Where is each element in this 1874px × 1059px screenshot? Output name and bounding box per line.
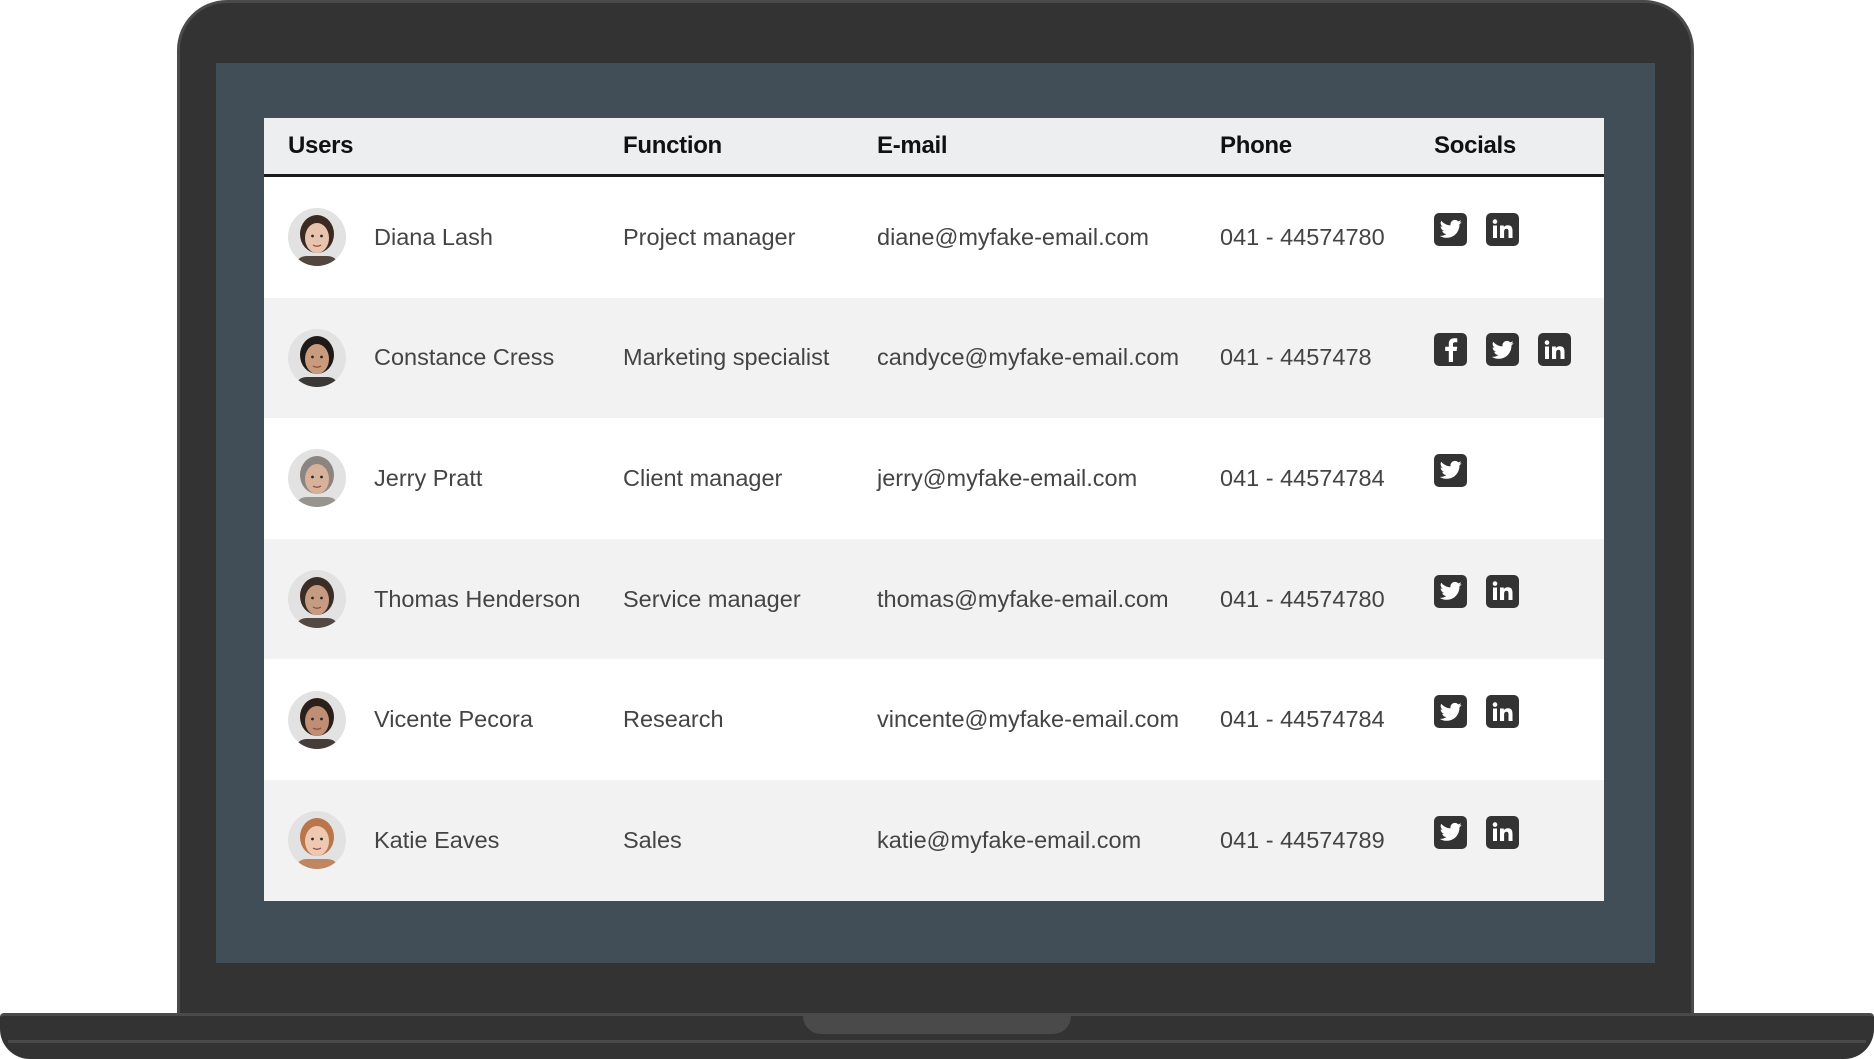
linkedin-icon[interactable] xyxy=(1486,815,1519,849)
header-email[interactable]: E-mail xyxy=(877,118,948,174)
phone-cell: 041 - 44574789 xyxy=(1220,826,1385,853)
function-cell: Sales xyxy=(623,826,682,853)
user-cell: Diana Lash xyxy=(288,177,493,298)
laptop-base-notch xyxy=(803,1016,1071,1034)
twitter-icon[interactable] xyxy=(1434,212,1467,246)
socials-cell xyxy=(1434,418,1467,539)
phone-cell: 041 - 44574784 xyxy=(1220,464,1385,491)
avatar[interactable] xyxy=(288,570,346,629)
table-header: Users Function E-mail Phone Socials xyxy=(264,118,1604,177)
user-name: Thomas Henderson xyxy=(374,585,581,612)
phone-cell: 041 - 44574780 xyxy=(1220,585,1385,612)
avatar[interactable] xyxy=(288,811,346,870)
header-socials[interactable]: Socials xyxy=(1434,118,1516,174)
user-cell: Constance Cress xyxy=(288,298,554,419)
socials-cell xyxy=(1434,177,1519,298)
table-row[interactable]: Constance Cress Marketing specialist candy… xyxy=(264,297,1604,419)
user-name: Katie Eaves xyxy=(374,826,500,853)
socials-cell xyxy=(1434,780,1519,901)
user-cell: Jerry Pratt xyxy=(288,418,482,539)
user-name: Diana Lash xyxy=(374,223,493,250)
laptop-base xyxy=(0,1013,1874,1059)
table-row[interactable]: Thomas Henderson Service manager thomas@my… xyxy=(264,538,1604,660)
header-phone[interactable]: Phone xyxy=(1220,118,1292,174)
email-cell: thomas@myfake-email.com xyxy=(877,585,1169,612)
socials-cell xyxy=(1434,298,1571,419)
users-table: Users Function E-mail Phone Socials Dian… xyxy=(264,118,1604,901)
email-cell: diane@myfake-email.com xyxy=(877,223,1150,250)
socials-cell xyxy=(1434,539,1519,660)
user-name: Jerry Pratt xyxy=(374,464,483,491)
linkedin-icon[interactable] xyxy=(1486,212,1519,246)
phone-cell: 041 - 44574784 xyxy=(1220,706,1385,733)
table-row[interactable]: Jerry Pratt Client manager jerry@myfake-em… xyxy=(264,418,1604,539)
header-function[interactable]: Function xyxy=(623,118,722,174)
twitter-icon[interactable] xyxy=(1486,333,1519,367)
avatar[interactable] xyxy=(288,690,346,749)
phone-cell: 041 - 4457478 xyxy=(1220,344,1372,371)
email-cell: candyce@myfake-email.com xyxy=(877,344,1180,371)
function-cell: Marketing specialist xyxy=(623,344,830,371)
table-row[interactable]: Diana Lash Project manager diane@myfake-em… xyxy=(264,177,1604,298)
linkedin-icon[interactable] xyxy=(1538,333,1571,367)
user-cell: Thomas Henderson xyxy=(288,539,580,660)
linkedin-icon[interactable] xyxy=(1486,695,1519,729)
user-name: Constance Cress xyxy=(374,344,555,371)
user-name: Vicente Pecora xyxy=(374,706,533,733)
function-cell: Research xyxy=(623,706,724,733)
table-body: Diana Lash Project manager diane@myfake-em… xyxy=(264,177,1604,901)
header-users[interactable]: Users xyxy=(288,118,354,174)
twitter-icon[interactable] xyxy=(1434,574,1467,608)
table-row[interactable]: Vicente Pecora Research vincente@myfake-em… xyxy=(264,659,1604,780)
twitter-icon[interactable] xyxy=(1434,453,1467,487)
function-cell: Project manager xyxy=(623,223,796,250)
table-row[interactable]: Katie Eaves Sales katie@myfake-email.com 04… xyxy=(264,779,1604,901)
facebook-icon[interactable] xyxy=(1434,333,1467,367)
laptop-base-edge xyxy=(8,1040,1866,1043)
avatar[interactable] xyxy=(288,328,346,387)
function-cell: Client manager xyxy=(623,464,783,491)
phone-cell: 041 - 44574780 xyxy=(1220,223,1385,250)
twitter-icon[interactable] xyxy=(1434,695,1467,729)
twitter-icon[interactable] xyxy=(1434,815,1467,849)
email-cell: katie@myfake-email.com xyxy=(877,826,1142,853)
user-cell: Katie Eaves xyxy=(288,780,499,901)
avatar[interactable] xyxy=(288,449,346,508)
email-cell: jerry@myfake-email.com xyxy=(877,464,1138,491)
function-cell: Service manager xyxy=(623,585,801,612)
avatar[interactable] xyxy=(288,208,346,267)
user-cell: Vicente Pecora xyxy=(288,659,533,780)
email-cell: vincente@myfake-email.com xyxy=(877,706,1180,733)
linkedin-icon[interactable] xyxy=(1486,574,1519,608)
socials-cell xyxy=(1434,659,1519,780)
